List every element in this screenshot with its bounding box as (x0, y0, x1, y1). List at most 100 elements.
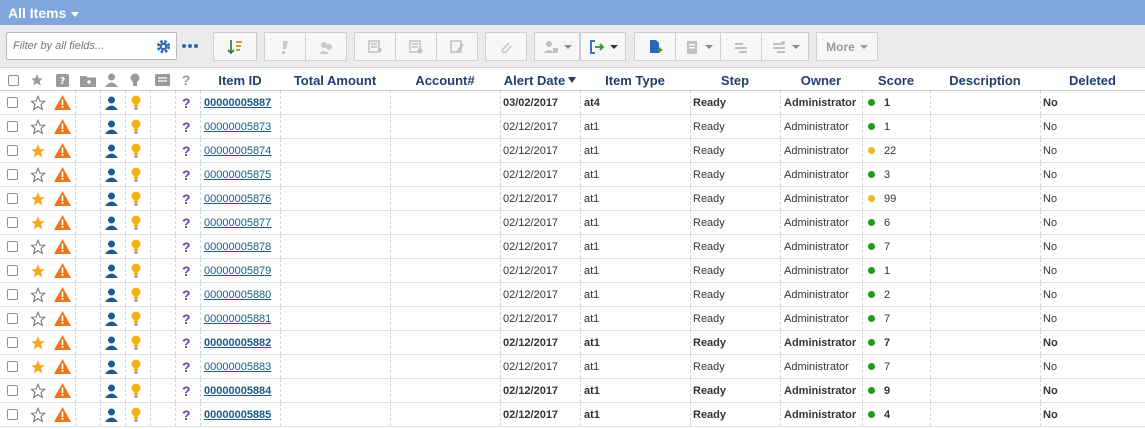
row-checkbox[interactable] (7, 193, 18, 204)
col-alert-date[interactable]: Alert Date (500, 69, 580, 91)
header-user-icon[interactable] (104, 69, 118, 91)
item-id-link[interactable]: 00000005875 (204, 163, 271, 186)
more-options-icon[interactable] (182, 44, 200, 48)
new-document-button[interactable] (634, 32, 676, 61)
star-filled-icon[interactable] (30, 187, 46, 210)
row-checkbox[interactable] (7, 145, 18, 156)
chevron-down-icon[interactable] (71, 11, 80, 17)
item-id-link[interactable]: 00000005878 (204, 235, 271, 258)
col-deleted[interactable]: Deleted (1040, 69, 1145, 91)
step: Ready (693, 312, 725, 325)
header-folder-icon[interactable] (80, 69, 96, 91)
item-id-link[interactable]: 00000005881 (204, 307, 271, 330)
assign-button[interactable] (305, 32, 347, 61)
header-bulb-icon[interactable] (129, 69, 141, 91)
view-selector[interactable]: All Items (0, 0, 1145, 25)
col-description[interactable]: Description (930, 69, 1040, 91)
view-note-button[interactable] (395, 32, 437, 61)
item-id-link[interactable]: 00000005882 (204, 331, 271, 354)
star-filled-icon[interactable] (30, 139, 46, 162)
item-id-link[interactable]: 00000005873 (204, 115, 271, 138)
gear-icon[interactable] (155, 38, 172, 55)
score-value: 1 (884, 120, 891, 133)
item-id-link[interactable]: 00000005884 (204, 379, 271, 402)
owner: Administrator (784, 408, 857, 421)
item-id-link[interactable]: 00000005883 (204, 355, 271, 378)
score-cell: 7 (868, 235, 890, 258)
attach-button[interactable] (485, 32, 527, 61)
item-id-link[interactable]: 00000005874 (204, 139, 271, 162)
table-row[interactable]: ? 00000005887 03/02/2017 at4 Ready Administra… (0, 91, 1145, 115)
clipboard-dropdown[interactable] (675, 32, 721, 61)
alert-date: 02/12/2017 (503, 168, 559, 181)
row-checkbox[interactable] (7, 289, 18, 300)
star-outline-icon[interactable] (30, 115, 46, 138)
sort-button[interactable] (213, 32, 257, 61)
table-row[interactable]: ? 00000005882 02/12/2017 at1 Ready Administra… (0, 331, 1145, 355)
alert-date: 02/12/2017 (503, 192, 559, 205)
col-owner[interactable]: Owner (780, 69, 862, 91)
table-row[interactable]: ? 00000005880 02/12/2017 at1 Ready Administra… (0, 283, 1145, 307)
star-outline-icon[interactable] (30, 235, 46, 258)
permissions-dropdown[interactable] (534, 32, 580, 61)
star-outline-icon[interactable] (30, 379, 46, 402)
star-outline-icon[interactable] (30, 91, 46, 114)
more-dropdown[interactable]: More (816, 32, 878, 61)
flag-button[interactable] (264, 32, 306, 61)
table-row[interactable]: ? 00000005874 02/12/2017 at1 Ready Administra… (0, 139, 1145, 163)
col-step[interactable]: Step (690, 69, 780, 91)
col-account[interactable]: Account# (390, 69, 500, 91)
row-checkbox[interactable] (7, 385, 18, 396)
table-row[interactable]: ? 00000005873 02/12/2017 at1 Ready Administra… (0, 115, 1145, 139)
table-row[interactable]: ? 00000005883 02/12/2017 at1 Ready Administra… (0, 355, 1145, 379)
deleted: No (1043, 336, 1058, 349)
row-checkbox[interactable] (7, 241, 18, 252)
table-row[interactable]: ? 00000005879 02/12/2017 at1 Ready Administra… (0, 259, 1145, 283)
edit-note-button[interactable] (436, 32, 478, 61)
col-score[interactable]: Score (862, 69, 930, 91)
item-id-link[interactable]: 00000005876 (204, 187, 271, 210)
table-row[interactable]: ? 00000005884 02/12/2017 at1 Ready Administra… (0, 379, 1145, 403)
row-checkbox[interactable] (7, 97, 18, 108)
row-checkbox[interactable] (7, 265, 18, 276)
row-checkbox[interactable] (7, 313, 18, 324)
star-outline-icon[interactable] (30, 403, 46, 426)
row-checkbox[interactable] (7, 361, 18, 372)
item-id-link[interactable]: 00000005879 (204, 259, 271, 282)
header-comment-icon[interactable] (154, 69, 170, 91)
header-question-icon[interactable]: ? (180, 69, 192, 91)
row-checkbox[interactable] (7, 121, 18, 132)
star-outline-icon[interactable] (30, 283, 46, 306)
star-filled-icon[interactable] (30, 259, 46, 282)
route-button[interactable] (720, 32, 762, 61)
star-filled-icon[interactable] (30, 211, 46, 234)
star-outline-icon[interactable] (30, 307, 46, 330)
star-outline-icon[interactable] (30, 163, 46, 186)
row-checkbox[interactable] (7, 169, 18, 180)
select-all-checkbox[interactable] (7, 74, 19, 86)
item-id-link[interactable]: 00000005880 (204, 283, 271, 306)
star-filled-icon[interactable] (30, 331, 46, 354)
filter-input[interactable] (7, 33, 147, 59)
col-total-amount[interactable]: Total Amount (280, 69, 390, 91)
col-item-id[interactable]: Item ID (200, 69, 280, 91)
table-row[interactable]: ? 00000005876 02/12/2017 at1 Ready Administra… (0, 187, 1145, 211)
add-note-button[interactable] (354, 32, 396, 61)
header-star-icon[interactable] (29, 69, 45, 91)
col-item-type[interactable]: Item Type (580, 69, 690, 91)
item-id-link[interactable]: 00000005877 (204, 211, 271, 234)
table-row[interactable]: ? 00000005885 02/12/2017 at1 Ready Administra… (0, 403, 1145, 427)
table-row[interactable]: ? 00000005881 02/12/2017 at1 Ready Administra… (0, 307, 1145, 331)
table-row[interactable]: ? 00000005877 02/12/2017 at1 Ready Administra… (0, 211, 1145, 235)
row-checkbox[interactable] (7, 337, 18, 348)
row-checkbox[interactable] (7, 409, 18, 420)
header-unknown-icon[interactable]: ? (55, 69, 69, 91)
item-id-link[interactable]: 00000005885 (204, 403, 271, 426)
table-row[interactable]: ? 00000005878 02/12/2017 at1 Ready Administra… (0, 235, 1145, 259)
export-dropdown[interactable] (580, 32, 626, 61)
row-checkbox[interactable] (7, 217, 18, 228)
table-row[interactable]: ? 00000005875 02/12/2017 at1 Ready Administra… (0, 163, 1145, 187)
star-filled-icon[interactable] (30, 355, 46, 378)
item-id-link[interactable]: 00000005887 (204, 91, 271, 114)
workflow-dropdown[interactable] (761, 32, 809, 61)
